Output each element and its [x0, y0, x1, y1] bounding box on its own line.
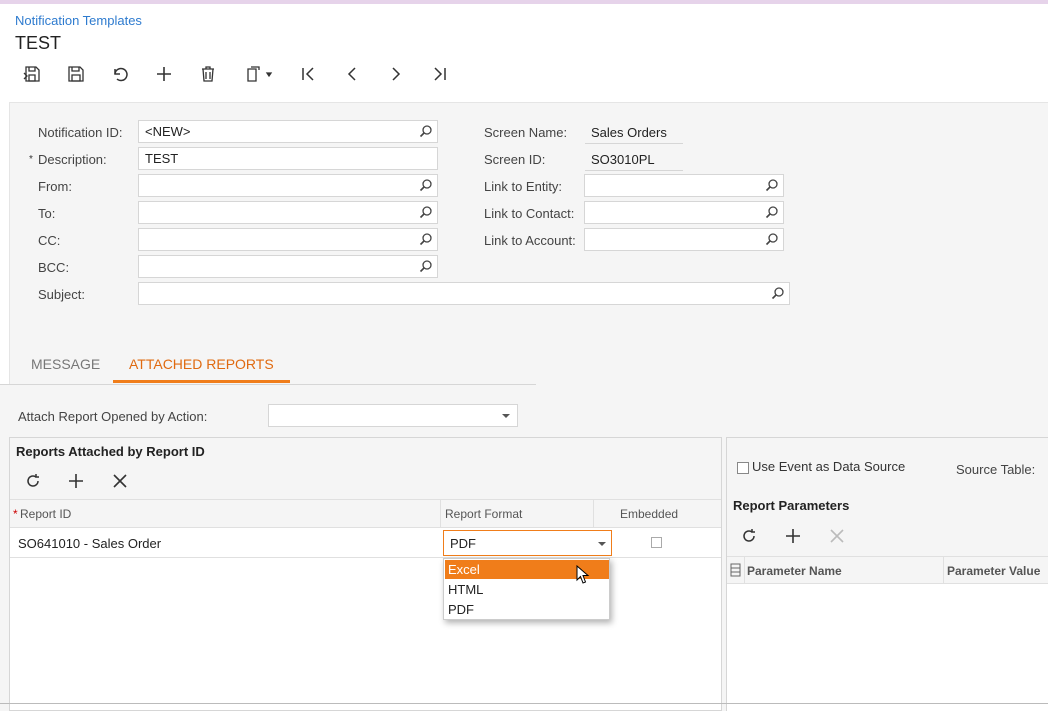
table-row[interactable]: SO641010 - Sales Order PDF [10, 528, 721, 558]
from-field[interactable] [138, 174, 438, 197]
description-field[interactable]: TEST [138, 147, 438, 170]
description-value: TEST [145, 151, 179, 166]
use-event-checkbox[interactable] [737, 462, 749, 474]
source-table-label: Source Table: [956, 462, 1036, 477]
refresh-icon[interactable] [21, 469, 45, 493]
attach-report-select[interactable] [268, 404, 518, 427]
search-icon[interactable] [765, 205, 779, 219]
refresh-icon[interactable] [737, 524, 761, 548]
search-icon[interactable] [419, 205, 433, 219]
screen-id-label: Screen ID: [484, 152, 546, 167]
chevron-down-icon [502, 414, 510, 418]
page-title: TEST [15, 33, 62, 53]
breadcrumb[interactable]: Notification Templates [15, 13, 142, 28]
last-icon[interactable] [428, 62, 452, 86]
column-report-format[interactable]: Report Format [445, 507, 522, 521]
subject-field[interactable] [138, 282, 790, 305]
delete-row-icon[interactable] [825, 524, 849, 548]
option-pdf[interactable]: PDF [445, 600, 609, 619]
cc-field[interactable] [138, 228, 438, 251]
undo-icon[interactable] [108, 62, 132, 86]
report-id-cell: SO641010 - Sales Order [18, 536, 162, 551]
description-label: Description: [38, 152, 107, 167]
chevron-down-icon [598, 542, 606, 546]
delete-icon[interactable] [196, 62, 220, 86]
report-format-select[interactable]: PDF [443, 530, 612, 556]
search-icon[interactable] [419, 178, 433, 192]
save-icon[interactable] [64, 62, 88, 86]
add-row-icon[interactable] [64, 469, 88, 493]
search-icon[interactable] [771, 286, 785, 300]
mouse-cursor-icon [576, 565, 590, 584]
first-icon[interactable] [296, 62, 320, 86]
from-label: From: [38, 179, 72, 194]
parameters-title: Report Parameters [733, 498, 850, 513]
column-report-id[interactable]: Report ID [20, 507, 71, 521]
search-icon[interactable] [419, 124, 433, 138]
previous-icon[interactable] [340, 62, 364, 86]
reports-by-id-panel: Reports Attached by Report ID * Report I… [9, 437, 722, 711]
link-account-label: Link to Account: [484, 233, 576, 248]
notification-id-label: Notification ID: [38, 125, 123, 140]
screen-name-value: Sales Orders [585, 125, 683, 144]
parameters-grid-body [727, 584, 1048, 711]
to-field[interactable] [138, 201, 438, 224]
next-icon[interactable] [384, 62, 408, 86]
screen-id-value: SO3010PL [585, 152, 683, 171]
bcc-field[interactable] [138, 255, 438, 278]
copy-paste-icon[interactable] [242, 62, 278, 86]
tab-attached-reports[interactable]: ATTACHED REPORTS [113, 348, 290, 383]
attach-report-label: Attach Report Opened by Action: [18, 409, 208, 424]
parameters-grid-header: Parameter Name Parameter Value [727, 556, 1048, 585]
column-parameter-name[interactable]: Parameter Name [747, 564, 842, 578]
tab-message[interactable]: MESSAGE [15, 348, 116, 380]
report-format-value: PDF [450, 536, 476, 551]
add-row-icon[interactable] [781, 524, 805, 548]
required-marker: * [29, 154, 33, 165]
embedded-checkbox[interactable] [651, 537, 662, 548]
add-icon[interactable] [152, 62, 176, 86]
link-account-field[interactable] [584, 228, 784, 251]
search-icon[interactable] [765, 178, 779, 192]
link-contact-label: Link to Contact: [484, 206, 575, 221]
bottom-border [0, 703, 1048, 704]
column-divider [943, 557, 944, 585]
subject-label: Subject: [38, 287, 85, 302]
column-divider [593, 500, 594, 529]
column-divider [744, 557, 745, 585]
search-icon[interactable] [765, 232, 779, 246]
panel-header: Reports Attached by Report ID [10, 438, 721, 499]
report-parameters-panel: Use Event as Data Source Source Table: R… [726, 437, 1048, 711]
save-close-icon[interactable] [20, 62, 44, 86]
delete-row-icon[interactable] [108, 469, 132, 493]
link-entity-field[interactable] [584, 174, 784, 197]
notification-id-value: <NEW> [145, 124, 191, 139]
search-icon[interactable] [419, 259, 433, 273]
screen-name-label: Screen Name: [484, 125, 568, 140]
to-label: To: [38, 206, 56, 221]
cc-label: CC: [38, 233, 61, 248]
link-entity-label: Link to Entity: [484, 179, 563, 194]
search-icon[interactable] [419, 232, 433, 246]
grid-settings-icon[interactable] [730, 563, 742, 577]
bcc-label: BCC: [38, 260, 70, 275]
link-contact-field[interactable] [584, 201, 784, 224]
column-parameter-value[interactable]: Parameter Value [947, 564, 1040, 578]
grid-header: * Report ID Report Format Embedded [10, 499, 721, 529]
column-divider [440, 500, 441, 529]
notification-id-field[interactable]: <NEW> [138, 120, 438, 143]
required-marker: * [13, 507, 18, 521]
use-event-label: Use Event as Data Source [752, 459, 906, 474]
top-accent-bar [0, 0, 1048, 4]
panel-title: Reports Attached by Report ID [16, 444, 205, 459]
column-embedded[interactable]: Embedded [620, 507, 678, 521]
